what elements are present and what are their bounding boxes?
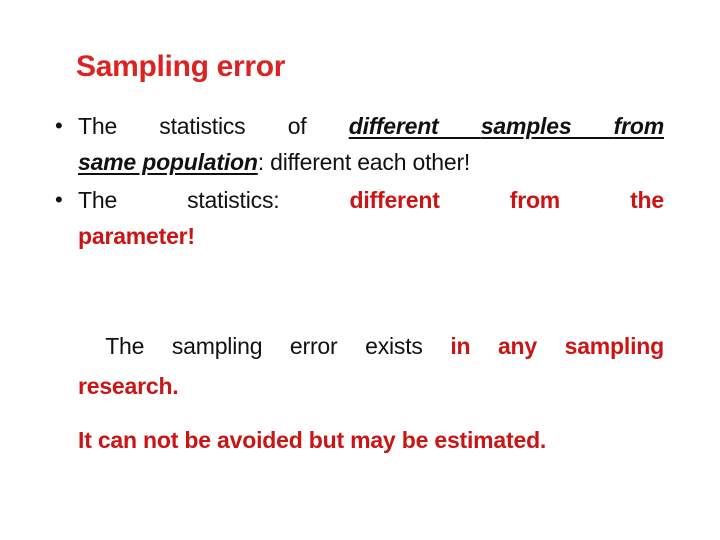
bullet-list: The statistics of • The statistics of di… bbox=[52, 108, 664, 256]
bullet-1-emphasis-from: from bbox=[613, 113, 665, 139]
slide-canvas: Sampling error The statistics of • The s… bbox=[0, 0, 720, 540]
bullet-2-text: The statistics: different from the param… bbox=[78, 182, 664, 254]
bullet-1-line-1: The statistics of different samples from bbox=[78, 108, 664, 144]
page-title: Sampling error bbox=[76, 50, 286, 83]
bullet-1-emphasis-samples: samples bbox=[480, 113, 614, 139]
bullet-2-line-1: The statistics: different from the bbox=[78, 182, 664, 218]
list-item: • The statistics: different from the par… bbox=[52, 182, 664, 254]
bullet-2-black-part: The statistics: bbox=[78, 187, 280, 213]
bullet-2-line-2: parameter! bbox=[78, 218, 664, 254]
bullet-1-text: The statistics of different samples from… bbox=[78, 108, 664, 180]
note-line-1-black: The sampling error exists bbox=[78, 333, 451, 359]
list-item: The statistics of • The statistics of di… bbox=[52, 108, 664, 180]
note-line-2-red: research. bbox=[78, 373, 179, 399]
bullet-1-line-2: same population: different each other! bbox=[78, 144, 664, 180]
bullet-dot-icon: • bbox=[55, 187, 63, 212]
bullet-2-red-part: different from the bbox=[349, 187, 665, 213]
bullet-2-line-2-text: parameter! bbox=[78, 223, 195, 249]
note-text: The sampling error exists in any samplin… bbox=[78, 326, 664, 460]
note-line-1: The sampling error exists in any samplin… bbox=[78, 326, 664, 366]
note-line-1-red: in any sampling bbox=[450, 333, 664, 359]
note-line-2: research. bbox=[78, 366, 664, 406]
bullet-1-emphasis-same-population: same population bbox=[78, 149, 258, 175]
note-line-3: It can not be avoided but may be estimat… bbox=[78, 420, 664, 460]
bullet-1-emphasis-different: different bbox=[348, 113, 481, 139]
bullet-dot-icon: • bbox=[55, 113, 63, 138]
bullet-1-line-2-rest: : different each other! bbox=[257, 149, 471, 175]
note-line-3-red: It can not be avoided but may be estimat… bbox=[78, 427, 547, 453]
note-paragraph: The sampling error exists in any samplin… bbox=[78, 326, 664, 460]
bullet-1-prefix: The statistics of bbox=[78, 113, 349, 139]
